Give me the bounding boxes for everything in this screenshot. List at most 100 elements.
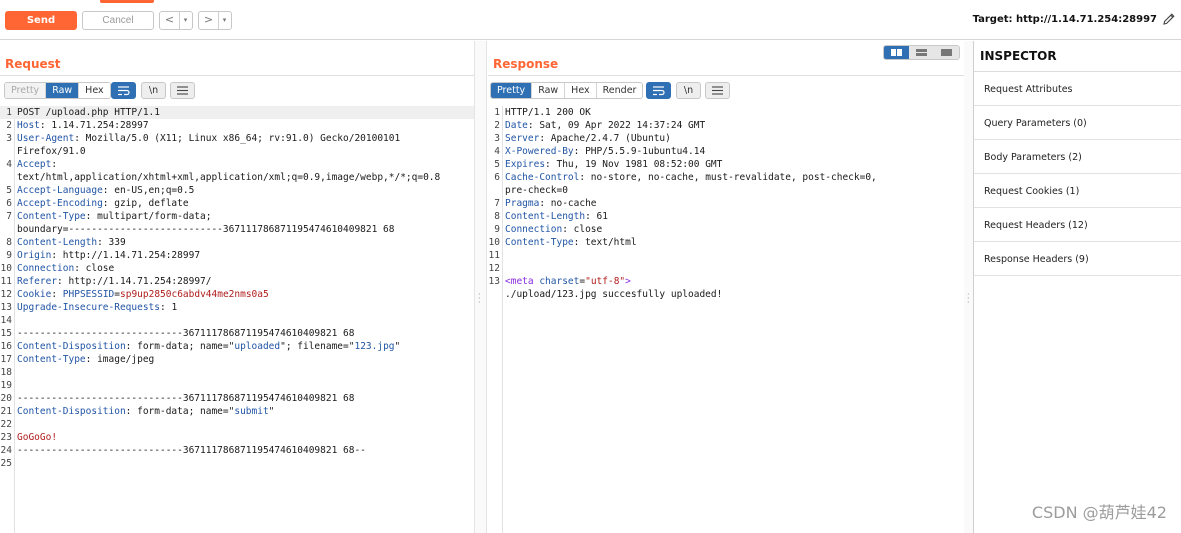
code-line[interactable]: 21 Content-Disposition: form-data; name="… bbox=[0, 405, 474, 418]
tab-pretty[interactable]: Pretty bbox=[5, 83, 47, 98]
code-line[interactable]: 1 HTTP/1.1 200 OK bbox=[488, 106, 965, 119]
code-line[interactable]: 12 Cookie: PHPSESSID=sp9up2850c6abdv44me2… bbox=[0, 288, 474, 301]
code-line[interactable]: 11 bbox=[488, 249, 965, 262]
code-line[interactable]: 13 <meta charset="utf-8"> bbox=[488, 275, 965, 288]
forward-icon[interactable]: > bbox=[199, 12, 219, 29]
response-view-tabs: Pretty Raw Hex Render bbox=[490, 82, 644, 99]
code-line[interactable]: 20 -----------------------------367111786… bbox=[0, 392, 474, 405]
code-line[interactable]: 18 bbox=[0, 366, 474, 379]
inspector-item-body-parameters[interactable]: Body Parameters (2) bbox=[974, 140, 1181, 174]
code-line[interactable]: 19 bbox=[0, 379, 474, 392]
code-text: boundary=---------------------------3671… bbox=[17, 224, 395, 235]
code-line[interactable]: 8 Content-Length: 61 bbox=[488, 210, 965, 223]
code-line[interactable]: ./upload/123.jpg succesfully uploaded! bbox=[488, 288, 965, 301]
code-text: Firefox/91.0 bbox=[17, 146, 86, 157]
code-line[interactable]: 1 POST /upload.php HTTP/1.1 bbox=[0, 106, 474, 119]
code-line[interactable]: 23 GoGoGo! bbox=[0, 431, 474, 444]
newline-toggle-button[interactable]: \n bbox=[141, 82, 166, 99]
line-number: 20 bbox=[0, 393, 12, 404]
code-text: ./upload/123.jpg succesfully uploaded! bbox=[505, 289, 723, 300]
inspector-item-response-headers[interactable]: Response Headers (9) bbox=[974, 242, 1181, 276]
inspector-item-request-attributes[interactable]: Request Attributes bbox=[974, 72, 1181, 106]
line-number: 11 bbox=[488, 250, 500, 261]
code-line[interactable]: 7 Content-Type: multipart/form-data; bbox=[0, 210, 474, 223]
code-line[interactable]: 10 Connection: close bbox=[0, 262, 474, 275]
splitter-grip-icon[interactable]: · · · bbox=[967, 291, 970, 307]
forward-dropdown-icon[interactable]: ▾ bbox=[219, 12, 230, 29]
code-line[interactable]: 2 Host: 1.14.71.254:28997 bbox=[0, 119, 474, 132]
request-menu-button[interactable] bbox=[170, 82, 195, 99]
back-icon[interactable]: < bbox=[160, 12, 180, 29]
code-line[interactable]: 7 Pragma: no-cache bbox=[488, 197, 965, 210]
code-line[interactable]: 22 bbox=[0, 418, 474, 431]
back-nav-group[interactable]: < ▾ bbox=[159, 11, 193, 30]
tab-hex[interactable]: Hex bbox=[565, 83, 597, 98]
code-line[interactable]: 8 Content-Length: 339 bbox=[0, 236, 474, 249]
wrap-lines-button[interactable] bbox=[111, 82, 136, 99]
wrap-lines-button[interactable] bbox=[646, 82, 671, 99]
code-line[interactable]: 3 User-Agent: Mozilla/5.0 (X11; Linux x86… bbox=[0, 132, 474, 145]
code-line[interactable]: 16 Content-Disposition: form-data; name="… bbox=[0, 340, 474, 353]
code-line[interactable]: 13 Upgrade-Insecure-Requests: 1 bbox=[0, 301, 474, 314]
code-text: Connection: close bbox=[505, 224, 603, 235]
code-text: Content-Length: 339 bbox=[17, 237, 126, 248]
send-button[interactable]: Send bbox=[5, 11, 77, 30]
code-line[interactable]: 9 Origin: http://1.14.71.254:28997 bbox=[0, 249, 474, 262]
response-editor[interactable]: 1 HTTP/1.1 200 OK 2 Date: Sat, 09 Apr 2022 … bbox=[488, 106, 965, 533]
code-line[interactable]: 12 bbox=[488, 262, 965, 275]
request-editor[interactable]: 1 POST /upload.php HTTP/1.1 2 Host: 1.14.71… bbox=[0, 106, 474, 533]
code-line[interactable]: text/html,application/xhtml+xml,applicat… bbox=[0, 171, 474, 184]
code-text: Cookie: PHPSESSID=sp9up2850c6abdv44me2nm… bbox=[17, 289, 269, 300]
code-line[interactable]: 5 Accept-Language: en-US,en;q=0.5 bbox=[0, 184, 474, 197]
inspector-splitter[interactable]: · · · bbox=[964, 41, 973, 533]
line-number: 17 bbox=[0, 354, 12, 365]
panel-splitter[interactable]: · · · bbox=[474, 41, 487, 533]
code-text: Content-Disposition: form-data; name="up… bbox=[17, 341, 401, 352]
divider bbox=[488, 75, 965, 76]
code-line[interactable]: 6 Cache-Control: no-store, no-cache, must… bbox=[488, 171, 965, 184]
line-number: 12 bbox=[488, 263, 500, 274]
code-line[interactable]: boundary=---------------------------3671… bbox=[0, 223, 474, 236]
tab-render[interactable]: Render bbox=[596, 83, 643, 98]
inspector-item-query-parameters[interactable]: Query Parameters (0) bbox=[974, 106, 1181, 140]
line-number: 24 bbox=[0, 445, 12, 456]
inspector-item-label: Query Parameters (0) bbox=[984, 118, 1087, 129]
back-dropdown-icon[interactable]: ▾ bbox=[180, 12, 191, 29]
code-line[interactable]: 2 Date: Sat, 09 Apr 2022 14:37:24 GMT bbox=[488, 119, 965, 132]
tab-hex[interactable]: Hex bbox=[79, 83, 110, 98]
pencil-icon[interactable] bbox=[1161, 11, 1177, 27]
code-line[interactable]: Firefox/91.0 bbox=[0, 145, 474, 158]
tab-pretty[interactable]: Pretty bbox=[491, 83, 533, 98]
line-number: 3 bbox=[6, 133, 12, 144]
code-line[interactable]: 11 Referer: http://1.14.71.254:28997/ bbox=[0, 275, 474, 288]
code-line[interactable]: 4 Accept: bbox=[0, 158, 474, 171]
code-line[interactable]: 14 bbox=[0, 314, 474, 327]
side-by-side-layout-icon[interactable] bbox=[884, 46, 909, 59]
code-line[interactable]: 6 Accept-Encoding: gzip, deflate bbox=[0, 197, 474, 210]
line-number: 10 bbox=[488, 237, 500, 248]
inspector-item-request-cookies[interactable]: Request Cookies (1) bbox=[974, 174, 1181, 208]
tab-raw[interactable]: Raw bbox=[532, 83, 566, 98]
code-line[interactable]: 15 -----------------------------367111786… bbox=[0, 327, 474, 340]
code-line[interactable]: 17 Content-Type: image/jpeg bbox=[0, 353, 474, 366]
response-menu-button[interactable] bbox=[705, 82, 730, 99]
code-line[interactable]: 3 Server: Apache/2.4.7 (Ubuntu) bbox=[488, 132, 965, 145]
tab-raw[interactable]: Raw bbox=[46, 83, 80, 98]
inspector-item-request-headers[interactable]: Request Headers (12) bbox=[974, 208, 1181, 242]
code-line[interactable]: 5 Expires: Thu, 19 Nov 1981 08:52:00 GMT bbox=[488, 158, 965, 171]
newline-toggle-button[interactable]: \n bbox=[676, 82, 701, 99]
code-line[interactable]: 24 -----------------------------367111786… bbox=[0, 444, 474, 457]
stacked-layout-icon[interactable] bbox=[909, 46, 934, 59]
line-number: 13 bbox=[488, 276, 500, 287]
cancel-button[interactable]: Cancel bbox=[82, 11, 154, 30]
code-line[interactable]: 9 Connection: close bbox=[488, 223, 965, 236]
splitter-grip-icon[interactable]: · · · bbox=[478, 291, 481, 307]
code-line[interactable]: pre-check=0 bbox=[488, 184, 965, 197]
code-line[interactable]: 4 X-Powered-By: PHP/5.5.9-1ubuntu4.14 bbox=[488, 145, 965, 158]
tabbed-layout-icon[interactable] bbox=[934, 46, 959, 59]
response-title: Response bbox=[493, 57, 559, 71]
code-line[interactable]: 10 Content-Type: text/html bbox=[488, 236, 965, 249]
hamburger-icon bbox=[177, 86, 188, 95]
code-line[interactable]: 25 bbox=[0, 457, 474, 470]
forward-nav-group[interactable]: > ▾ bbox=[198, 11, 232, 30]
